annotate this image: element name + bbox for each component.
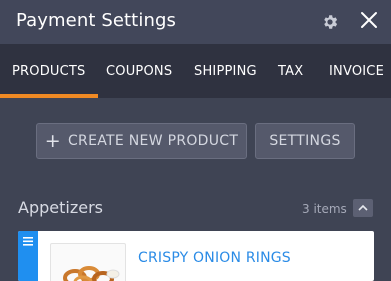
category-title: Appetizers: [18, 198, 103, 217]
category-item-count: 3 items: [302, 202, 347, 216]
settings-button[interactable]: SETTINGS: [255, 123, 355, 159]
create-new-product-label: CREATE NEW PRODUCT: [67, 133, 239, 149]
tab-products[interactable]: PRODUCTS: [0, 44, 97, 98]
tab-invoice[interactable]: INVOICE: [329, 44, 384, 98]
drag-handle[interactable]: [18, 231, 38, 281]
gear-icon[interactable]: [318, 10, 342, 34]
tab-shipping[interactable]: SHIPPING: [194, 44, 257, 98]
close-icon[interactable]: [357, 8, 381, 32]
plus-icon: +: [44, 129, 61, 152]
toolbar: + CREATE NEW PRODUCT SETTINGS: [0, 98, 391, 180]
tab-tax[interactable]: TAX: [278, 44, 303, 98]
collapse-category-button[interactable]: [353, 199, 373, 217]
drag-handle-icon: [23, 237, 33, 246]
tab-bar: PRODUCTS COUPONS SHIPPING TAX INVOICE: [0, 44, 391, 98]
product-list-item[interactable]: CRISPY ONION RINGS: [18, 231, 374, 281]
page-title: Payment Settings: [16, 10, 176, 31]
product-image: [50, 243, 126, 281]
create-new-product-button[interactable]: + CREATE NEW PRODUCT: [36, 123, 247, 159]
header: Payment Settings: [0, 0, 391, 44]
onion-rings-image: [63, 266, 120, 281]
chevron-up-icon: [358, 204, 368, 211]
category-header: Appetizers 3 items: [0, 190, 391, 226]
product-name[interactable]: CRISPY ONION RINGS: [138, 250, 291, 266]
tab-coupons[interactable]: COUPONS: [106, 44, 172, 98]
